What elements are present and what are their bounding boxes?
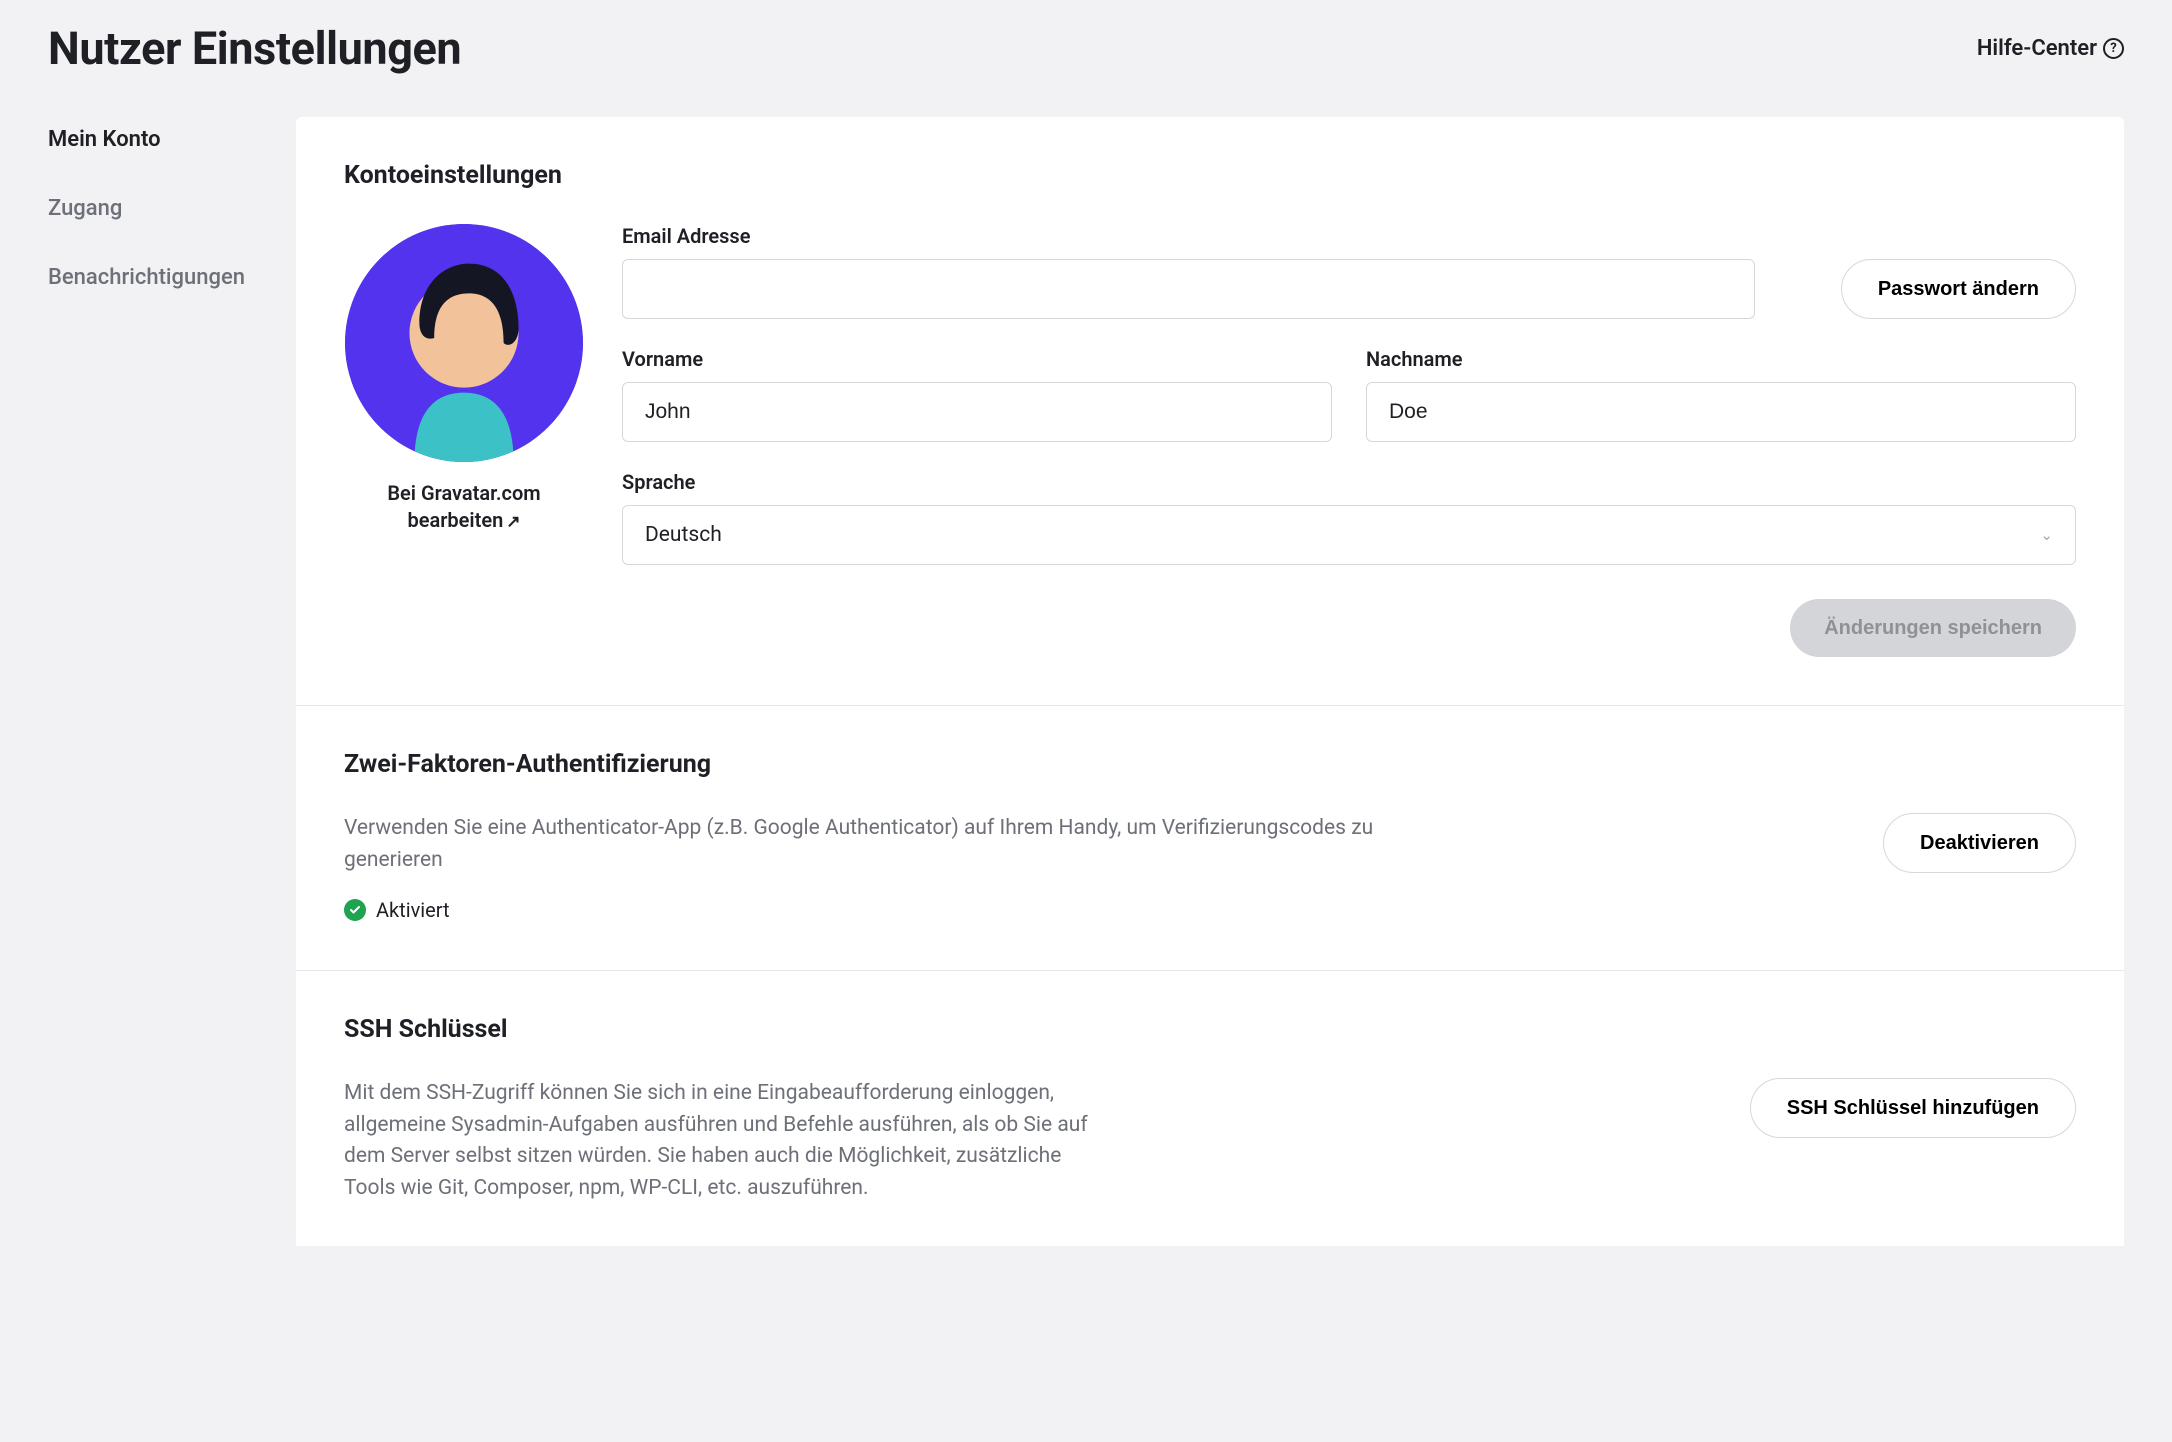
- ssh-description: Mit dem SSH-Zugriff können Sie sich in e…: [344, 1078, 1114, 1204]
- settings-panel: Kontoeinstellungen Bei Gravat: [296, 117, 2124, 1246]
- page-title: Nutzer Einstellungen: [48, 22, 461, 75]
- avatar: [345, 224, 583, 462]
- section-two-factor: Zwei-Faktoren-Authentifizierung Verwende…: [296, 706, 2124, 971]
- save-changes-button: Änderungen speichern: [1790, 599, 2076, 657]
- language-label: Sprache: [622, 470, 2076, 494]
- help-icon: ?: [2103, 38, 2124, 59]
- language-value: Deutsch: [645, 523, 722, 547]
- sidebar-item-account[interactable]: Mein Konto: [48, 127, 296, 152]
- two-factor-description: Verwenden Sie eine Authenticator-App (z.…: [344, 813, 1444, 876]
- avatar-icon: [345, 224, 583, 462]
- change-password-button[interactable]: Passwort ändern: [1841, 259, 2076, 319]
- section-account-title: Kontoeinstellungen: [344, 161, 2076, 190]
- lastname-label: Nachname: [1366, 347, 2076, 371]
- add-ssh-key-button[interactable]: SSH Schlüssel hinzufügen: [1750, 1078, 2076, 1138]
- edit-gravatar-link[interactable]: Bei Gravatar.com bearbeiten↗: [344, 480, 584, 534]
- two-factor-title: Zwei-Faktoren-Authentifizierung: [344, 750, 2076, 779]
- chevron-down-icon: ⌄: [2040, 526, 2053, 544]
- sidebar-item-access[interactable]: Zugang: [48, 196, 296, 221]
- email-label: Email Adresse: [622, 224, 1755, 248]
- help-center-link[interactable]: Hilfe-Center ?: [1977, 36, 2124, 61]
- firstname-field[interactable]: [622, 382, 1332, 442]
- lastname-field[interactable]: [1366, 382, 2076, 442]
- ssh-title: SSH Schlüssel: [344, 1015, 2076, 1044]
- sidebar: Mein Konto Zugang Benachrichtigungen: [48, 117, 296, 334]
- external-link-icon: ↗: [506, 512, 520, 532]
- two-factor-status: Aktiviert: [376, 898, 450, 922]
- language-select[interactable]: Deutsch ⌄: [622, 505, 2076, 565]
- deactivate-2fa-button[interactable]: Deaktivieren: [1883, 813, 2076, 873]
- check-icon: [344, 899, 366, 921]
- firstname-label: Vorname: [622, 347, 1332, 371]
- sidebar-item-notifications[interactable]: Benachrichtigungen: [48, 265, 296, 290]
- email-field[interactable]: [622, 259, 1755, 319]
- help-center-label: Hilfe-Center: [1977, 36, 2097, 61]
- section-account: Kontoeinstellungen Bei Gravat: [296, 117, 2124, 706]
- section-ssh: SSH Schlüssel Mit dem SSH-Zugriff können…: [296, 971, 2124, 1246]
